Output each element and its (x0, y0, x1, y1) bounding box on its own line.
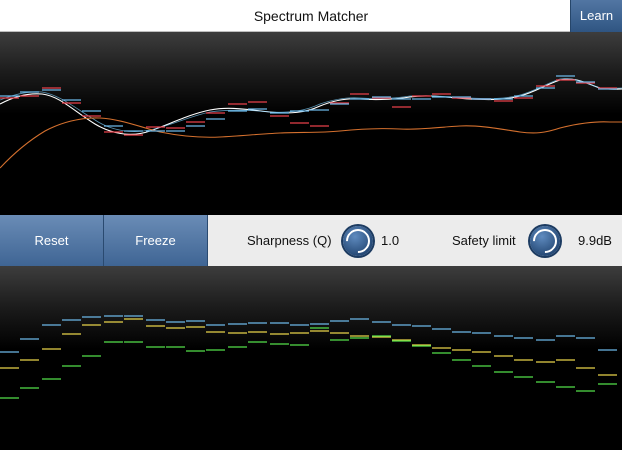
target-spectrum-graph (0, 75, 622, 169)
blue-band-markers (0, 315, 617, 353)
band-spectrum-display (0, 266, 622, 450)
learn-button[interactable]: Learn (570, 0, 622, 32)
safety-limit-knob[interactable] (528, 224, 562, 258)
sharpness-knob[interactable] (341, 224, 375, 258)
control-bar: Reset Freeze Sharpness (Q) 1.0 Safety li… (0, 215, 622, 266)
reset-button[interactable]: Reset (0, 215, 104, 266)
yellow-band-markers (0, 318, 617, 376)
title-bar: Spectrum Matcher Learn (0, 0, 622, 32)
band-spectrum-graph (0, 315, 617, 399)
window-title: Spectrum Matcher (253, 8, 369, 24)
sharpness-label: Sharpness (Q) (247, 233, 332, 248)
safety-limit-value: 9.9dB (578, 233, 612, 248)
target-band-markers (0, 79, 617, 136)
safety-limit-label: Safety limit (452, 233, 516, 248)
freeze-button[interactable]: Freeze (104, 215, 208, 266)
sharpness-value: 1.0 (381, 233, 400, 248)
target-spectrum-display (0, 32, 622, 215)
